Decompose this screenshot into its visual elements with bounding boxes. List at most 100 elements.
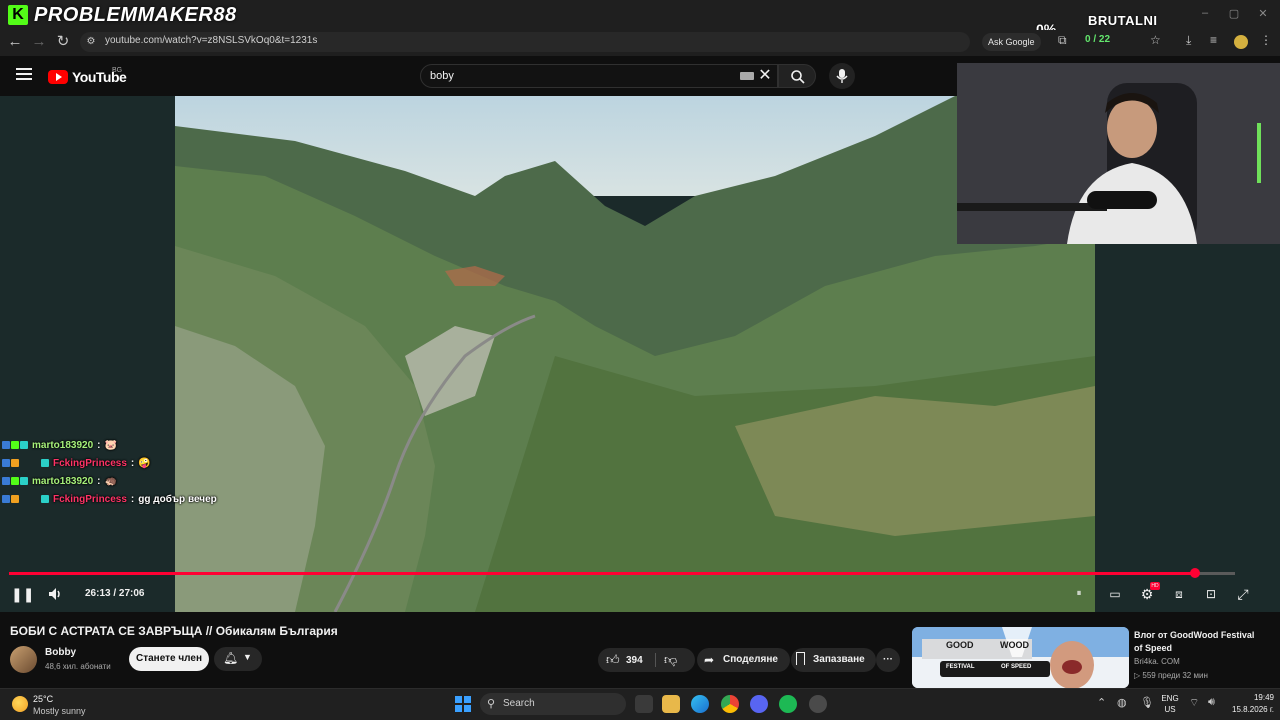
channel-avatar[interactable]: [10, 646, 37, 673]
thumbnail-text: GOOD: [946, 640, 974, 650]
language-indicator[interactable]: ENG: [1160, 694, 1180, 703]
chat-emote: 🐷: [104, 439, 117, 451]
cast-icon[interactable]: ⊡: [1201, 585, 1221, 603]
search-value: boby: [430, 70, 454, 82]
reading-list-icon[interactable]: ≡: [1210, 33, 1217, 47]
chat-emote: 🦔: [104, 475, 117, 487]
subtitles-button[interactable]: ▭: [1105, 585, 1125, 603]
weather-description[interactable]: Mostly sunny: [33, 706, 86, 716]
network-icon[interactable]: ⌔: [1189, 696, 1199, 710]
bell-icon: 🔔︎: [223, 651, 239, 665]
badge-icon: [11, 459, 19, 467]
volume-button[interactable]: [46, 585, 66, 603]
overlay-tag: BRUTALNI: [1088, 13, 1158, 28]
ask-google-button[interactable]: Ask Google: [982, 33, 1041, 51]
streamer-webcam: [957, 63, 1280, 244]
like-icon[interactable]: 👍︎: [606, 652, 620, 668]
weather-temperature[interactable]: 25°C: [33, 694, 53, 704]
hamburger-menu-icon[interactable]: [16, 68, 32, 82]
thumbnail-image: [912, 627, 1129, 688]
badge-icon: [2, 495, 10, 503]
streamer-name: PROBLEMMAKER88: [34, 3, 237, 26]
profile-avatar[interactable]: [1234, 35, 1248, 49]
hd-badge: HD: [1150, 582, 1160, 590]
more-menu-icon[interactable]: ⋮: [1260, 33, 1272, 47]
weather-sun-icon[interactable]: [12, 696, 28, 712]
bookmark-star-icon[interactable]: ☆: [1150, 33, 1161, 47]
forward-icon[interactable]: →: [28, 30, 50, 54]
progress-scrubber[interactable]: [1189, 568, 1200, 578]
file-explorer-icon[interactable]: [662, 695, 680, 713]
clock-date[interactable]: 15.8.2026 г.: [1218, 705, 1274, 714]
keyboard-icon[interactable]: [740, 72, 754, 80]
badge-icon: [41, 495, 49, 503]
chat-message: FckingPrincess: 🤪: [2, 454, 262, 472]
search-input[interactable]: [420, 64, 778, 88]
chat-message: marto183920: 🐷: [2, 436, 262, 454]
kick-logo: K: [8, 5, 28, 25]
taskbar-search[interactable]: [480, 693, 626, 715]
fullscreen-button[interactable]: ⤢: [1233, 585, 1253, 603]
dislike-icon[interactable]: 👎︎: [664, 652, 677, 668]
edge-browser-icon[interactable]: [691, 695, 709, 713]
thumbnail-text: FESTIVAL: [946, 664, 975, 670]
maximize-icon[interactable]: ▢: [1225, 7, 1243, 23]
more-actions-button[interactable]: ···: [876, 648, 900, 672]
chevron-down-icon: ▼: [243, 652, 252, 662]
join-button[interactable]: Станете член: [129, 647, 209, 671]
download-icon[interactable]: ⤓: [1186, 33, 1191, 48]
miniplayer-button[interactable]: ⧈: [1169, 585, 1189, 603]
discord-icon[interactable]: [750, 695, 768, 713]
reload-icon[interactable]: ↻: [52, 30, 74, 54]
url-text: youtube.com/watch?v=z8NSLSVkOq0&t=1231s: [105, 35, 318, 46]
recommended-meta: ▷ 559 преди 32 мин: [1134, 671, 1208, 680]
minimize-icon[interactable]: –: [1196, 7, 1214, 23]
windows-start-icon[interactable]: [455, 696, 471, 712]
chrome-browser-icon[interactable]: [721, 695, 739, 713]
search-button[interactable]: [778, 64, 816, 88]
share-icon: ➦: [704, 653, 715, 667]
back-icon[interactable]: ←: [4, 30, 26, 54]
badge-icon: [11, 441, 19, 449]
region-code: BG: [112, 67, 123, 74]
time-display: 26:13 / 27:06: [85, 588, 145, 599]
tray-app-icon[interactable]: ◍: [1117, 696, 1127, 709]
screen: K PROBLEMMAKER88 BRUTALNI 0% – ▢ ✕ ← → ↻…: [0, 0, 1280, 720]
spotify-icon[interactable]: [779, 695, 797, 713]
close-window-icon[interactable]: ✕: [1254, 7, 1272, 23]
language-region[interactable]: US: [1160, 705, 1180, 714]
pause-button[interactable]: ❚❚: [11, 585, 34, 603]
extension-counter[interactable]: 0 / 22: [1085, 34, 1110, 45]
badge-icon: [20, 477, 28, 485]
microphone-tray-icon[interactable]: 🎙︎: [1140, 696, 1154, 709]
recommended-title[interactable]: Влог от GoodWood Festival of Speed: [1134, 629, 1264, 655]
notifications-button[interactable]: 🔔︎ ▼: [214, 647, 262, 671]
tab-action-icon[interactable]: ⧉: [1058, 33, 1067, 48]
chat-username: FckingPrincess: [53, 493, 127, 505]
youtube-play-icon: [48, 70, 68, 84]
voice-search-button[interactable]: [829, 63, 855, 89]
app-icon[interactable]: [809, 695, 827, 713]
site-info-icon[interactable]: ⚙: [80, 30, 102, 54]
recommended-channel[interactable]: Bri4ka. COM: [1134, 657, 1180, 666]
volume-icon: [49, 588, 60, 600]
bookmark-icon: [796, 652, 805, 665]
task-view-icon[interactable]: [635, 695, 653, 713]
taskbar-search-label: Search: [503, 698, 535, 709]
like-count[interactable]: 394: [626, 655, 643, 666]
progress-bar[interactable]: [9, 568, 1235, 578]
recommended-thumbnail[interactable]: [912, 627, 1129, 688]
progress-played: [9, 572, 1195, 575]
speaker-icon[interactable]: 🔊︎: [1208, 696, 1215, 709]
clear-search-icon[interactable]: ✕: [758, 66, 772, 86]
webcam-feed: [957, 63, 1280, 244]
stream-brand: K PROBLEMMAKER88: [8, 2, 237, 28]
autoplay-toggle[interactable]: ⏸: [1069, 585, 1089, 603]
channel-name[interactable]: Bobby: [45, 647, 76, 658]
like-divider: [655, 653, 656, 667]
tray-overflow-icon[interactable]: ⌃: [1097, 696, 1106, 709]
video-title: БОБИ С АСТРАТА СЕ ЗАВРЪЩА // Обикалям Бъ…: [10, 624, 338, 638]
chat-username: FckingPrincess: [53, 457, 127, 469]
thumbnail-text: OF SPEED: [1001, 664, 1032, 670]
clock-time[interactable]: 19:49: [1222, 693, 1274, 702]
